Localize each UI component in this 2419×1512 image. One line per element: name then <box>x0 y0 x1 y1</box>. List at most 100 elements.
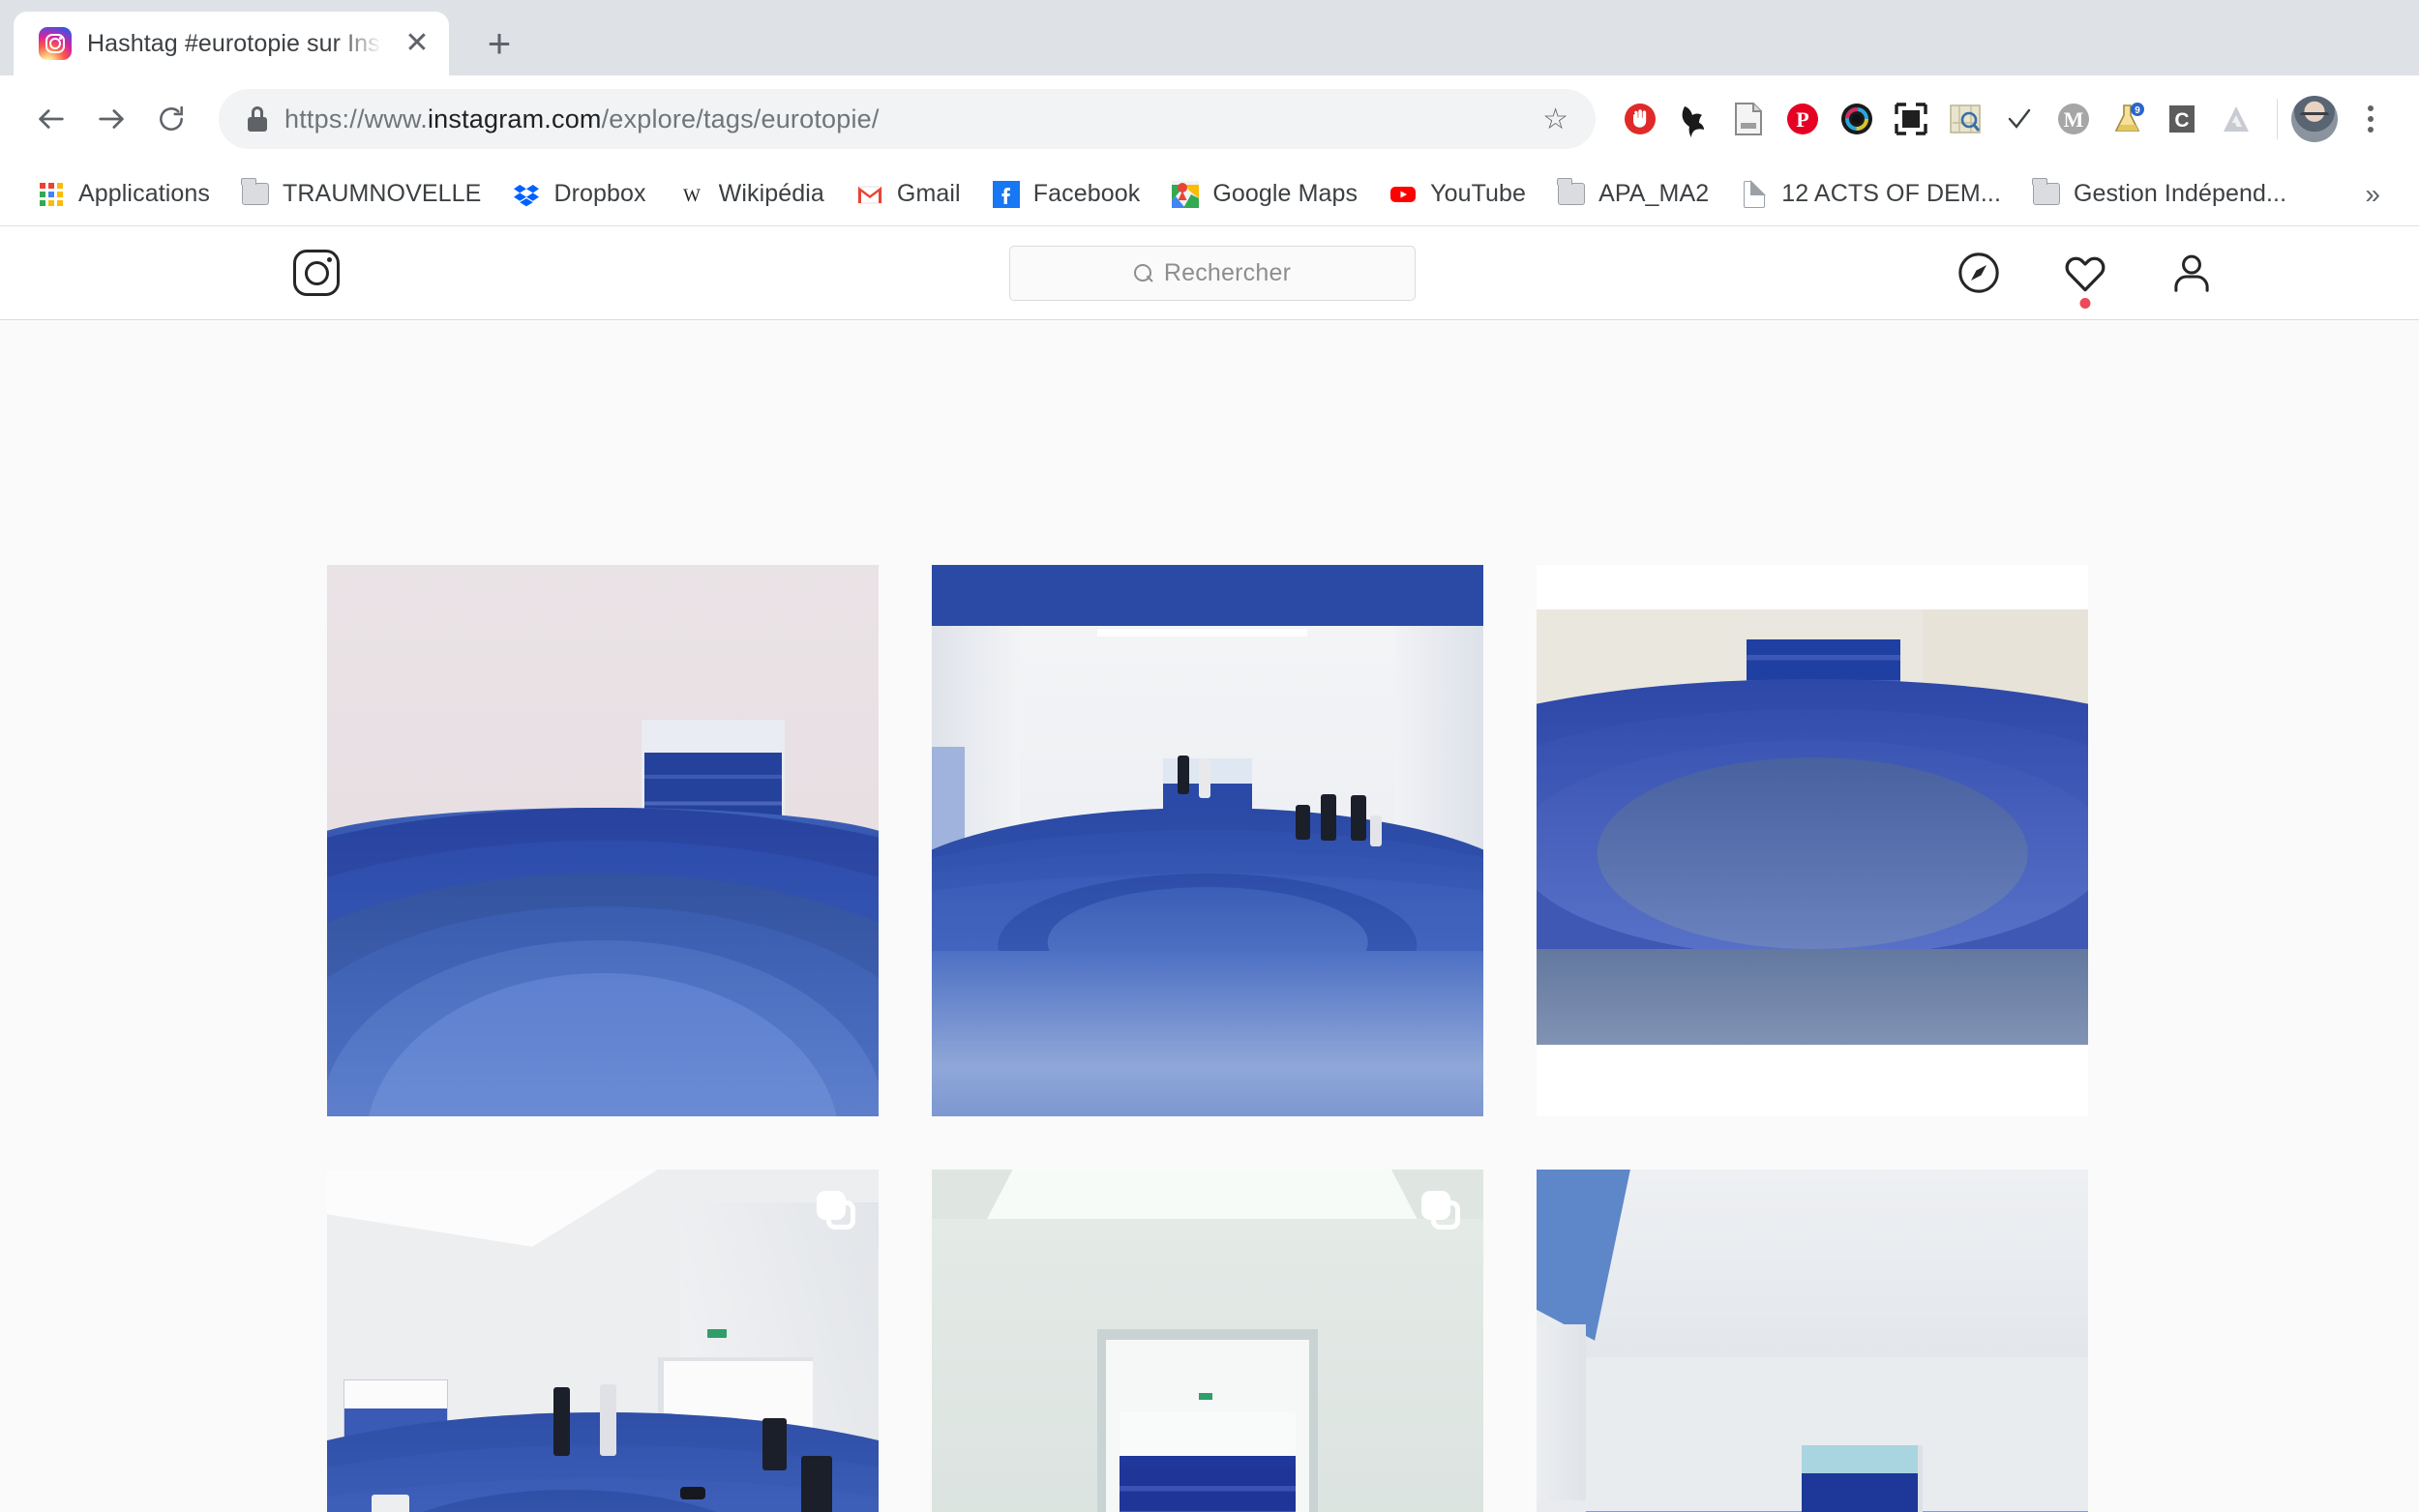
post-thumbnail <box>932 565 1483 1116</box>
bookmark-label: Gestion Indépend... <box>2074 180 2287 207</box>
document-reader-icon[interactable] <box>1721 92 1776 146</box>
instagram-header: Rechercher <box>0 226 2419 320</box>
grid-post-2[interactable] <box>932 565 1483 1116</box>
folder-icon <box>2032 178 2061 209</box>
carousel-multiple-photos-icon <box>1421 1191 1460 1230</box>
grid-post-4[interactable] <box>327 1170 879 1512</box>
profile-avatar[interactable] <box>2291 96 2338 142</box>
bookmark-label: Applications <box>78 180 211 207</box>
grid-post-3[interactable] <box>1537 565 2088 1116</box>
activity-heart-icon[interactable] <box>2063 251 2107 309</box>
grid-post-1[interactable] <box>327 565 879 1116</box>
bookmarks-overflow-button[interactable]: » <box>2365 179 2398 210</box>
url-domain: instagram.com <box>427 104 602 133</box>
adobe-triangle-icon[interactable] <box>2209 92 2263 146</box>
page-viewport: Rechercher <box>0 226 2419 1512</box>
search-input[interactable]: Rechercher <box>1009 245 1416 301</box>
browser-tab-instagram[interactable]: Hashtag #eurotopie sur Instagr ✕ <box>14 12 449 75</box>
flask-badge-icon[interactable]: 9 <box>2101 92 2155 146</box>
extension-tray: P M 9 C <box>1613 92 2394 146</box>
facebook-icon <box>992 180 1021 209</box>
ghostery-bird-icon[interactable] <box>1667 92 1721 146</box>
browser-toolbar: https://www.instagram.com/explore/tags/e… <box>0 75 2419 163</box>
bookmark-wikipedia[interactable]: W Wikipédia <box>662 169 840 220</box>
bookmark-label: Dropbox <box>553 180 646 207</box>
bookmark-label: 12 ACTS OF DEM... <box>1781 180 2001 207</box>
toolbar-divider <box>2277 99 2278 139</box>
bookmark-gestion-independ[interactable]: Gestion Indépend... <box>2016 169 2302 220</box>
screenshot-capture-icon[interactable] <box>1884 92 1938 146</box>
bookmark-gmail[interactable]: Gmail <box>840 169 976 220</box>
bookmark-label: Wikipédia <box>718 180 824 207</box>
bookmark-google-maps[interactable]: Google Maps <box>1155 169 1373 220</box>
bookmark-star-icon[interactable]: ☆ <box>1530 103 1568 136</box>
post-thumbnail <box>327 565 879 1116</box>
carousel-multiple-photos-icon <box>817 1191 855 1230</box>
back-arrow-icon[interactable] <box>21 89 81 149</box>
activity-notification-badge <box>2079 298 2091 309</box>
document-icon <box>1740 179 1769 209</box>
grid-post-6[interactable] <box>1537 1170 2088 1512</box>
reload-icon[interactable] <box>141 89 201 149</box>
copy-c-icon[interactable]: C <box>2155 92 2209 146</box>
address-bar[interactable]: https://www.instagram.com/explore/tags/e… <box>219 89 1596 149</box>
colorzilla-lens-icon[interactable] <box>1830 92 1884 146</box>
tab-title: Hashtag #eurotopie sur Instagr <box>87 29 385 57</box>
search-placeholder: Rechercher <box>1163 258 1292 286</box>
post-thumbnail <box>327 1170 879 1512</box>
hashtag-photo-grid <box>327 565 2093 1512</box>
forward-arrow-icon[interactable] <box>81 89 141 149</box>
instagram-favicon-icon <box>39 27 72 60</box>
apps-grid-icon <box>37 180 66 209</box>
youtube-icon <box>1389 180 1418 209</box>
google-maps-icon <box>1171 180 1200 209</box>
pinterest-save-icon[interactable]: P <box>1776 92 1830 146</box>
svg-text:M: M <box>2064 107 2084 132</box>
search-icon <box>1133 263 1152 282</box>
map-search-icon[interactable] <box>1938 92 1992 146</box>
bookmark-12-acts-of-dem[interactable]: 12 ACTS OF DEM... <box>1724 169 2016 220</box>
bookmark-label: Google Maps <box>1212 180 1359 207</box>
adblock-stop-hand-icon[interactable] <box>1613 92 1667 146</box>
bookmarks-bar: Applications TRAUMNOVELLE Dropbox W Wiki… <box>0 163 2419 226</box>
tab-close-icon[interactable]: ✕ <box>401 29 433 58</box>
bookmark-label: Facebook <box>1032 180 1141 207</box>
svg-text:C: C <box>2174 109 2189 132</box>
grid-post-5[interactable] <box>932 1170 1483 1512</box>
url-path: /explore/tags/eurotopie/ <box>601 104 880 133</box>
lock-icon <box>248 106 267 132</box>
bookmark-label: TRAUMNOVELLE <box>283 180 482 207</box>
svg-text:W: W <box>683 186 701 206</box>
post-thumbnail <box>1537 565 2088 1116</box>
instagram-glyph-icon[interactable] <box>293 250 340 296</box>
bookmark-youtube[interactable]: YouTube <box>1373 169 1541 220</box>
svg-text:P: P <box>1796 107 1808 132</box>
bookmark-facebook[interactable]: Facebook <box>976 169 1156 220</box>
bookmark-traumnovelle[interactable]: TRAUMNOVELLE <box>225 169 496 220</box>
instagram-nav <box>1956 251 2214 309</box>
explore-compass-icon[interactable] <box>1956 251 2001 295</box>
bookmark-label: YouTube <box>1430 180 1527 207</box>
bookmark-dropbox[interactable]: Dropbox <box>496 169 661 220</box>
svg-text:9: 9 <box>2135 105 2140 116</box>
gmail-icon <box>855 180 884 209</box>
browser-window: Hashtag #eurotopie sur Instagr ✕ + https… <box>0 0 2419 1512</box>
post-thumbnail <box>932 1170 1483 1512</box>
bookmark-apa-ma2[interactable]: APA_MA2 <box>1541 169 1724 220</box>
post-thumbnail <box>1537 1170 2088 1512</box>
dropbox-icon <box>512 180 541 209</box>
bookmark-label: APA_MA2 <box>1598 180 1710 207</box>
kebab-menu-icon[interactable] <box>2347 105 2394 133</box>
wikipedia-icon: W <box>677 180 706 209</box>
medium-icon[interactable]: M <box>2046 92 2101 146</box>
folder-icon <box>1557 178 1586 209</box>
url-scheme: https://www. <box>284 104 428 133</box>
new-tab-button[interactable]: + <box>478 23 521 64</box>
profile-person-icon[interactable] <box>2169 251 2214 295</box>
bookmark-label: Gmail <box>896 180 961 207</box>
tab-strip: Hashtag #eurotopie sur Instagr ✕ + <box>0 0 2419 75</box>
bookmark-applications[interactable]: Applications <box>21 169 225 220</box>
folder-icon <box>241 178 270 209</box>
checkmark-icon[interactable] <box>1992 92 2046 146</box>
url-text: https://www.instagram.com/explore/tags/e… <box>284 104 1512 134</box>
